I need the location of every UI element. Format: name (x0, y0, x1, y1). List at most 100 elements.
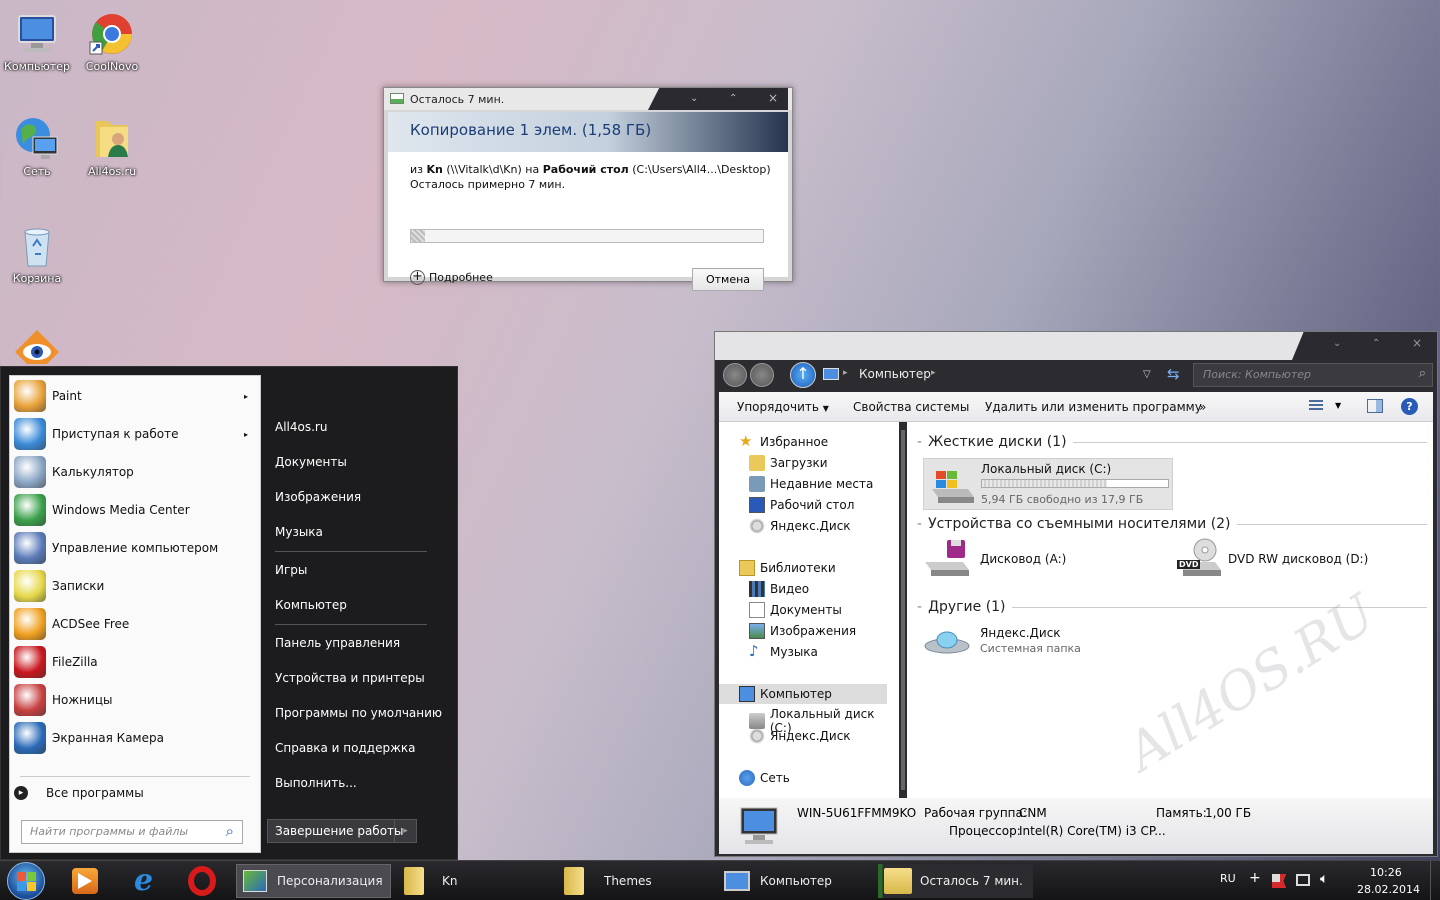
start-program-item[interactable]: ACDSee Free (14, 606, 258, 642)
nav-documents[interactable]: Документы (749, 602, 842, 618)
more-commands-button[interactable]: » (1199, 400, 1206, 414)
nav-yadisk[interactable]: Яндекс.Диск (749, 518, 851, 534)
group-removable[interactable]: - Устройства со съемными носителями (2) (917, 516, 1427, 532)
dest-link[interactable]: Рабочий стол (543, 163, 629, 176)
taskbar-copy-progress[interactable]: Осталось 7 мин. (878, 864, 1033, 898)
group-hard-drives[interactable]: - Жесткие диски (1) (917, 434, 1427, 450)
shutdown-options-button[interactable]: ▸ (394, 820, 416, 842)
nav-libraries[interactable]: Библиотеки (739, 560, 836, 576)
history-dropdown-icon[interactable]: ▽ (1143, 369, 1151, 380)
desktop-icon-network[interactable]: Сеть (1, 115, 73, 178)
places-images[interactable]: Изображения (275, 490, 361, 504)
preview-pane-icon[interactable] (1367, 399, 1383, 413)
computer-small-icon (823, 368, 839, 380)
start-program-item[interactable]: Калькулятор (14, 454, 258, 490)
show-desktop-button[interactable] (1430, 861, 1440, 900)
nav-video[interactable]: Видео (749, 581, 809, 597)
nav-yadisk-2[interactable]: Яндекс.Диск (749, 728, 851, 744)
nav-computer[interactable]: Компьютер (739, 686, 832, 702)
dvd-drive-tile[interactable]: DVD DVD RW дисковод (D:) (1175, 538, 1425, 582)
nav-recent[interactable]: Недавние места (749, 476, 873, 492)
show-hidden-icons-button[interactable]: + (1249, 870, 1261, 886)
desktop-icon-coolnovo[interactable]: CoolNovo (76, 10, 148, 73)
network-tray-icon[interactable] (1296, 874, 1310, 886)
explorer-search-input[interactable]: Поиск: Компьютер ⌕ (1193, 363, 1433, 387)
clock-date[interactable]: 28.02.2014 (1357, 883, 1420, 896)
desktop-icon-recycle-bin[interactable]: Корзина (1, 222, 73, 285)
details-toggle[interactable]: + Подробнее (410, 270, 493, 285)
nav-downloads[interactable]: Загрузки (749, 455, 828, 471)
places-computer[interactable]: Компьютер (275, 598, 347, 612)
minimize-button[interactable]: ⌄ (690, 93, 698, 104)
desktop-icon-all4os[interactable]: All4os.ru (76, 115, 148, 178)
taskbar-personalization[interactable]: Персонализация (236, 864, 391, 898)
close-button[interactable]: × (768, 91, 778, 105)
places-control-panel[interactable]: Панель управления (275, 636, 400, 650)
uninstall-program-button[interactable]: Удалить или изменить программу (985, 400, 1202, 414)
play-icon (78, 873, 92, 889)
nav-music[interactable]: ♪ Музыка (749, 644, 818, 660)
yadisk-tile[interactable]: Яндекс.Диск Системная папка (923, 622, 1163, 666)
start-program-item[interactable]: Ножницы (14, 682, 258, 718)
breadcrumb-separator[interactable]: ▸ (843, 368, 848, 378)
refresh-icon[interactable]: ⇆ (1167, 365, 1180, 383)
taskbar-themes[interactable]: Themes (558, 864, 713, 898)
close-button[interactable]: × (1412, 336, 1422, 350)
clock-time[interactable]: 10:26 (1370, 866, 1402, 879)
floppy-drive-tile[interactable]: Дисковод (A:) (923, 538, 1163, 582)
start-program-item[interactable]: FileZilla (14, 644, 258, 680)
nav-desktop[interactable]: Рабочий стол (749, 497, 854, 513)
places-devices-printers[interactable]: Устройства и принтеры (275, 671, 425, 685)
maximize-button[interactable]: ⌃ (729, 93, 737, 104)
forward-button[interactable] (750, 363, 774, 387)
action-center-flag-icon[interactable] (1272, 874, 1286, 888)
language-indicator[interactable]: RU (1220, 872, 1236, 885)
desktop-icon-computer[interactable]: Компьютер (1, 10, 73, 73)
up-arrow-icon[interactable]: ↑ (790, 362, 816, 388)
view-options-icon[interactable] (1309, 400, 1323, 412)
taskbar-computer[interactable]: Компьютер (718, 864, 873, 898)
maximize-button[interactable]: ⌃ (1372, 338, 1380, 349)
places-help-support[interactable]: Справка и поддержка (275, 741, 416, 755)
dialog-titlebar[interactable]: Осталось 7 мин. ⌄ ⌃ × (384, 88, 792, 110)
start-program-item[interactable]: Paint ▸ (14, 378, 258, 414)
nav-images[interactable]: Изображения (749, 623, 856, 639)
ie-pin[interactable]: e (130, 865, 162, 897)
start-program-item[interactable]: Записки (14, 568, 258, 604)
nav-scrollbar[interactable] (901, 430, 905, 790)
media-player-pin[interactable] (72, 868, 98, 894)
organize-button[interactable]: Упорядочить ▼ (737, 400, 829, 414)
back-button[interactable] (723, 363, 747, 387)
opera-pin[interactable] (188, 866, 216, 896)
places-music[interactable]: Музыка (275, 525, 323, 539)
places-run[interactable]: Выполнить... (275, 776, 357, 790)
start-orb-button[interactable] (7, 862, 45, 900)
nav-favorites[interactable]: ★ Избранное (739, 434, 828, 450)
places-games[interactable]: Игры (275, 563, 307, 577)
desktop-icon-acdsee[interactable] (1, 328, 73, 364)
volume-icon[interactable]: 🔈︎ (1320, 871, 1328, 887)
start-program-item[interactable]: Экранная Камера (14, 720, 258, 756)
drive-c-tile[interactable]: Локальный диск (C:) 5,94 ГБ свободно из … (923, 458, 1173, 510)
start-program-item[interactable]: Windows Media Center (14, 492, 258, 528)
system-properties-button[interactable]: Свойства системы (853, 400, 969, 414)
cancel-button[interactable]: Отмена (692, 268, 764, 291)
start-program-item[interactable]: Управление компьютером (14, 530, 258, 566)
source-link[interactable]: Kn (427, 163, 443, 176)
shutdown-button[interactable]: Завершение работы ▸ (267, 819, 417, 843)
minimize-button[interactable]: ⌄ (1333, 338, 1341, 349)
places-documents[interactable]: Документы (275, 455, 347, 469)
places-default-programs[interactable]: Программы по умолчанию (275, 706, 442, 720)
start-program-item[interactable]: Приступая к работе ▸ (14, 416, 258, 452)
breadcrumb-computer[interactable]: Компьютер (859, 367, 931, 381)
explorer-titlebar[interactable]: ⌄ ⌃ × (715, 332, 1437, 360)
all-programs-button[interactable]: ▸ Все программы (14, 786, 144, 800)
view-dropdown-icon[interactable]: ▼ (1335, 401, 1341, 410)
help-icon[interactable]: ? (1401, 398, 1418, 415)
taskbar-kn[interactable]: Kn (398, 864, 553, 898)
breadcrumb-chevron[interactable]: ▸ (931, 368, 936, 378)
copy-source-dest: из Kn (\\Vitalk\d\Kn) на Рабочий стол (C… (410, 163, 771, 176)
start-search-input[interactable]: Найти программы и файлы ⌕ (21, 820, 243, 844)
places-all4os[interactable]: All4os.ru (275, 420, 327, 434)
nav-network[interactable]: Сеть (739, 770, 790, 786)
